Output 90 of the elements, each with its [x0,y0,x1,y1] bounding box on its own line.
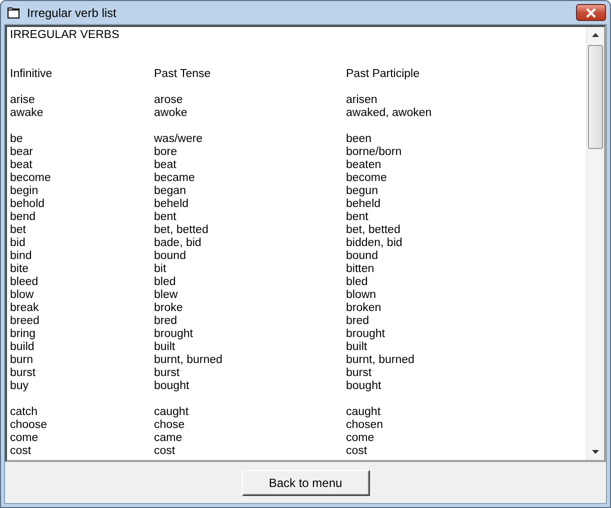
verb-form-text: bade, bid [154,237,202,249]
verb-form-text: bit [154,263,166,275]
verb-form-text: came [154,432,182,444]
verb-form-text: bred [346,315,370,327]
verb-form-text: beat [10,159,32,171]
verb-form-text: bore [154,146,178,158]
verb-form-text: built [154,341,176,353]
verb-form-text: beaten [346,159,382,171]
verb-form-text: break [10,302,39,314]
verb-form-text: bid [10,237,26,249]
verb-form-text: bred [154,315,178,327]
verb-form-text: borne/born [346,146,402,158]
verb-form-text: begun [346,185,378,197]
verb-form-text: chose [154,419,185,431]
verb-form-text: catch [10,406,38,418]
column-heading: Past Tense [154,68,211,80]
verb-form-text: bind [10,250,32,262]
verb-form-text: arose [154,94,183,106]
verb-form-text: arise [10,94,35,106]
verb-form-text: was/were [154,133,203,145]
verb-form-text: bet, betted [346,224,400,236]
verb-form-text: breed [10,315,40,327]
verb-form-text: burnt, burned [346,354,414,366]
scroll-thumb[interactable] [588,45,603,149]
verb-form-text: burnt, burned [154,354,222,366]
verb-form-text: bent [154,211,176,223]
verb-form-text: been [346,133,372,145]
verb-form-text: build [10,341,34,353]
verb-form-text: bitten [346,263,374,275]
verb-form-text: bound [154,250,186,262]
verb-form-text: caught [346,406,381,418]
verb-form-text: became [154,172,195,184]
verb-form-text: blown [346,289,376,301]
verb-form-text: burst [10,367,36,379]
list-heading: IRREGULAR VERBS [10,29,120,42]
verb-form-text: bought [346,380,382,392]
verb-form-text: awake [10,107,44,119]
verb-form-text: choose [10,419,48,431]
verb-form-text: bet, betted [154,224,208,236]
verb-form-text: bound [346,250,378,262]
verb-form-text: become [346,172,387,184]
back-to-menu-button[interactable]: Back to menu [242,470,370,496]
verb-form-text: bidden, bid [346,237,402,249]
verb-form-text: burst [346,367,372,379]
verb-form-text: be [10,133,23,145]
close-icon[interactable] [585,8,597,18]
verb-form-text: blow [10,289,34,301]
verb-form-text: become [10,172,51,184]
window-title: Irregular verb list [27,6,116,20]
verb-form-text: bought [154,380,190,392]
column-heading: Infinitive [10,68,52,80]
verb-form-text: blew [154,289,178,301]
vertical-scrollbar[interactable] [586,27,604,460]
verb-form-text: come [346,432,374,444]
verb-form-text: caught [154,406,189,418]
verb-form-text: behold [10,198,45,210]
verb-form-text: cost [10,445,32,457]
verb-form-text: bend [10,211,36,223]
verb-form-text: bet [10,224,26,236]
verb-form-text: bled [346,276,368,288]
verb-form-text: built [346,341,368,353]
verb-form-text: began [154,185,186,197]
verb-form-text: cost [154,445,176,457]
verb-form-text: bring [10,328,36,340]
verb-form-text: bear [10,146,34,158]
verb-form-text: awaked, awoken [346,107,432,119]
verb-form-text: arisen [346,94,378,106]
verb-form-text: awoke [154,107,188,119]
verb-form-text: chosen [346,419,384,431]
verb-form-text: beheld [346,198,381,210]
verb-form-text: burst [154,367,180,379]
verb-form-text: beat [154,159,176,171]
verb-list-textbox[interactable] [5,25,606,462]
verb-form-text: bled [154,276,176,288]
verb-form-text: bleed [10,276,38,288]
verb-form-text: brought [154,328,194,340]
window-icon [7,6,21,19]
close-button[interactable] [576,4,606,21]
verb-form-text: bite [10,263,29,275]
verb-form-text: come [10,432,38,444]
verb-form-text: bent [346,211,368,223]
verb-form-text: cost [346,445,368,457]
verb-form-text: begin [10,185,38,197]
column-heading: Past Participle [346,68,420,80]
verb-form-text: burn [10,354,34,366]
verb-form-text: buy [10,380,29,392]
verb-form-text: brought [346,328,386,340]
verb-form-text: broke [154,302,183,314]
verb-form-text: beheld [154,198,189,210]
verb-form-text: broken [346,302,382,314]
